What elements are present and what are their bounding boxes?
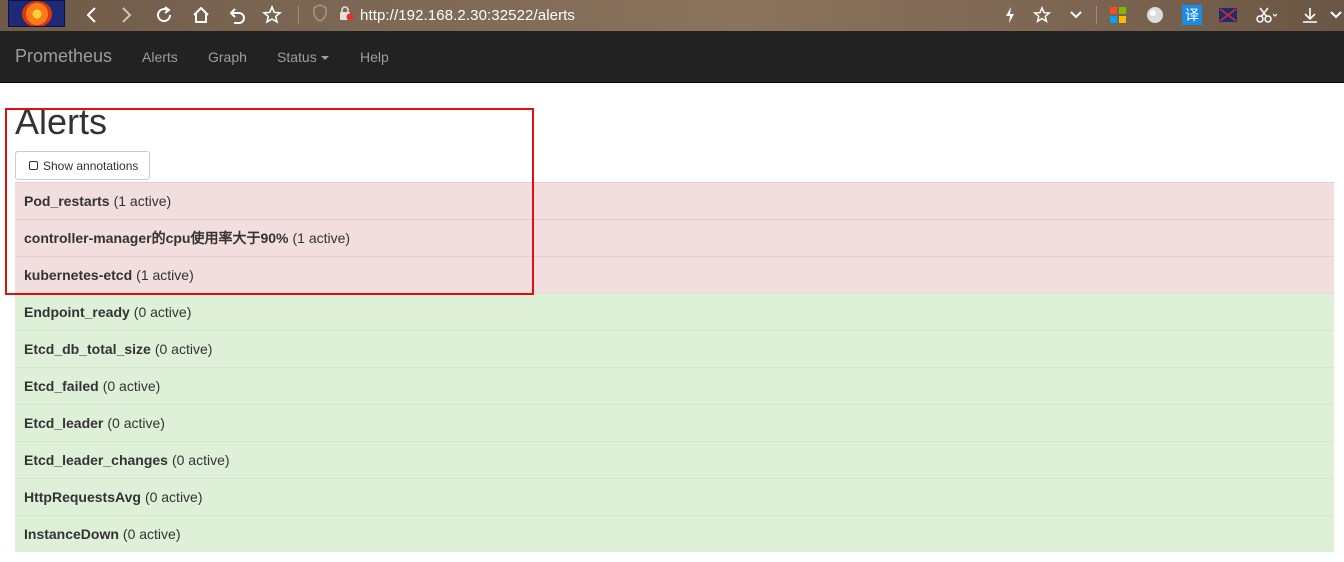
site-logo xyxy=(8,0,65,27)
alert-name: kubernetes-etcd xyxy=(24,267,133,283)
alert-row[interactable]: HttpRequestsAvg (0 active) xyxy=(15,478,1334,515)
alert-row[interactable]: Pod_restarts (1 active) xyxy=(15,182,1334,219)
alert-row[interactable]: controller-manager的cpu使用率大于90% (1 active) xyxy=(15,219,1334,256)
lock-icon[interactable] xyxy=(338,5,354,26)
alert-active-count: (0 active) xyxy=(122,526,181,542)
page-title: Alerts xyxy=(15,101,108,142)
undo-icon[interactable] xyxy=(225,3,249,27)
flag-icon[interactable] xyxy=(1216,3,1240,27)
nav-alerts[interactable]: Alerts xyxy=(142,49,178,65)
alert-active-count: (1 active) xyxy=(113,193,172,209)
top-navbar: Prometheus Alerts Graph Status Help xyxy=(0,31,1344,83)
alert-name: HttpRequestsAvg xyxy=(24,489,141,505)
translate-icon[interactable]: 译 xyxy=(1180,3,1204,27)
show-annotations-label: Show annotations xyxy=(43,158,139,173)
alert-name: Etcd_failed xyxy=(24,378,99,394)
brand-link[interactable]: Prometheus xyxy=(15,46,112,67)
alert-row[interactable]: InstanceDown (0 active) xyxy=(15,515,1334,552)
alert-row[interactable]: Etcd_leader (0 active) xyxy=(15,404,1334,441)
address-bar[interactable]: http://192.168.2.30:32522/alerts xyxy=(312,3,1002,27)
shield-icon[interactable] xyxy=(312,3,328,27)
alert-name: InstanceDown xyxy=(24,526,119,542)
alerts-list: Pod_restarts (1 active) controller-manager… xyxy=(15,182,1334,552)
lightning-icon[interactable] xyxy=(998,3,1022,27)
forward-icon[interactable] xyxy=(114,3,138,27)
alert-active-count: (0 active) xyxy=(171,452,230,468)
home-icon[interactable] xyxy=(189,3,213,27)
back-icon[interactable] xyxy=(80,3,104,27)
nav-status-label: Status xyxy=(277,49,317,65)
chevron-down-icon[interactable] xyxy=(1324,3,1344,27)
reload-icon[interactable] xyxy=(152,3,176,27)
nav-graph[interactable]: Graph xyxy=(208,49,247,65)
favorite-icon[interactable] xyxy=(1030,3,1054,27)
alert-active-count: (0 active) xyxy=(102,378,161,394)
toolbar-divider xyxy=(1096,6,1097,24)
alert-name: controller-manager的cpu使用率大于90% xyxy=(24,230,289,246)
url-text[interactable]: http://192.168.2.30:32522/alerts xyxy=(360,7,575,24)
show-annotations-button[interactable]: Show annotations xyxy=(15,151,150,180)
alert-active-count: (0 active) xyxy=(107,415,165,431)
chevron-down-icon[interactable] xyxy=(1064,3,1088,27)
alert-row[interactable]: Etcd_db_total_size (0 active) xyxy=(15,330,1334,367)
download-icon[interactable] xyxy=(1298,3,1322,27)
nav-help[interactable]: Help xyxy=(360,49,389,65)
alert-active-count: (0 active) xyxy=(154,341,213,357)
alert-name: Pod_restarts xyxy=(24,193,110,209)
star-icon[interactable] xyxy=(260,3,284,27)
checkbox-icon[interactable] xyxy=(29,161,38,170)
alert-active-count: (0 active) xyxy=(133,304,192,320)
alert-name: Etcd_leader xyxy=(24,415,104,431)
alert-active-count: (1 active) xyxy=(136,267,194,283)
scissors-icon[interactable] xyxy=(1254,3,1278,27)
alert-active-count: (1 active) xyxy=(292,230,351,246)
toolbar-divider xyxy=(298,6,299,24)
alert-row[interactable]: Endpoint_ready (0 active) xyxy=(15,293,1334,330)
alert-name: Endpoint_ready xyxy=(24,304,130,320)
alert-row[interactable]: Etcd_failed (0 active) xyxy=(15,367,1334,404)
alert-name: Etcd_leader_changes xyxy=(24,452,168,468)
alert-row[interactable]: Etcd_leader_changes (0 active) xyxy=(15,441,1334,478)
alert-row[interactable]: kubernetes-etcd (1 active) xyxy=(15,256,1334,293)
nav-status[interactable]: Status xyxy=(277,49,329,65)
alert-name: Etcd_db_total_size xyxy=(24,341,151,357)
globe-icon[interactable] xyxy=(1143,3,1167,27)
caret-down-icon xyxy=(320,56,329,61)
apps-icon[interactable] xyxy=(1106,3,1130,27)
browser-toolbar: http://192.168.2.30:32522/alerts 译 xyxy=(0,0,1344,31)
alert-active-count: (0 active) xyxy=(144,489,203,505)
